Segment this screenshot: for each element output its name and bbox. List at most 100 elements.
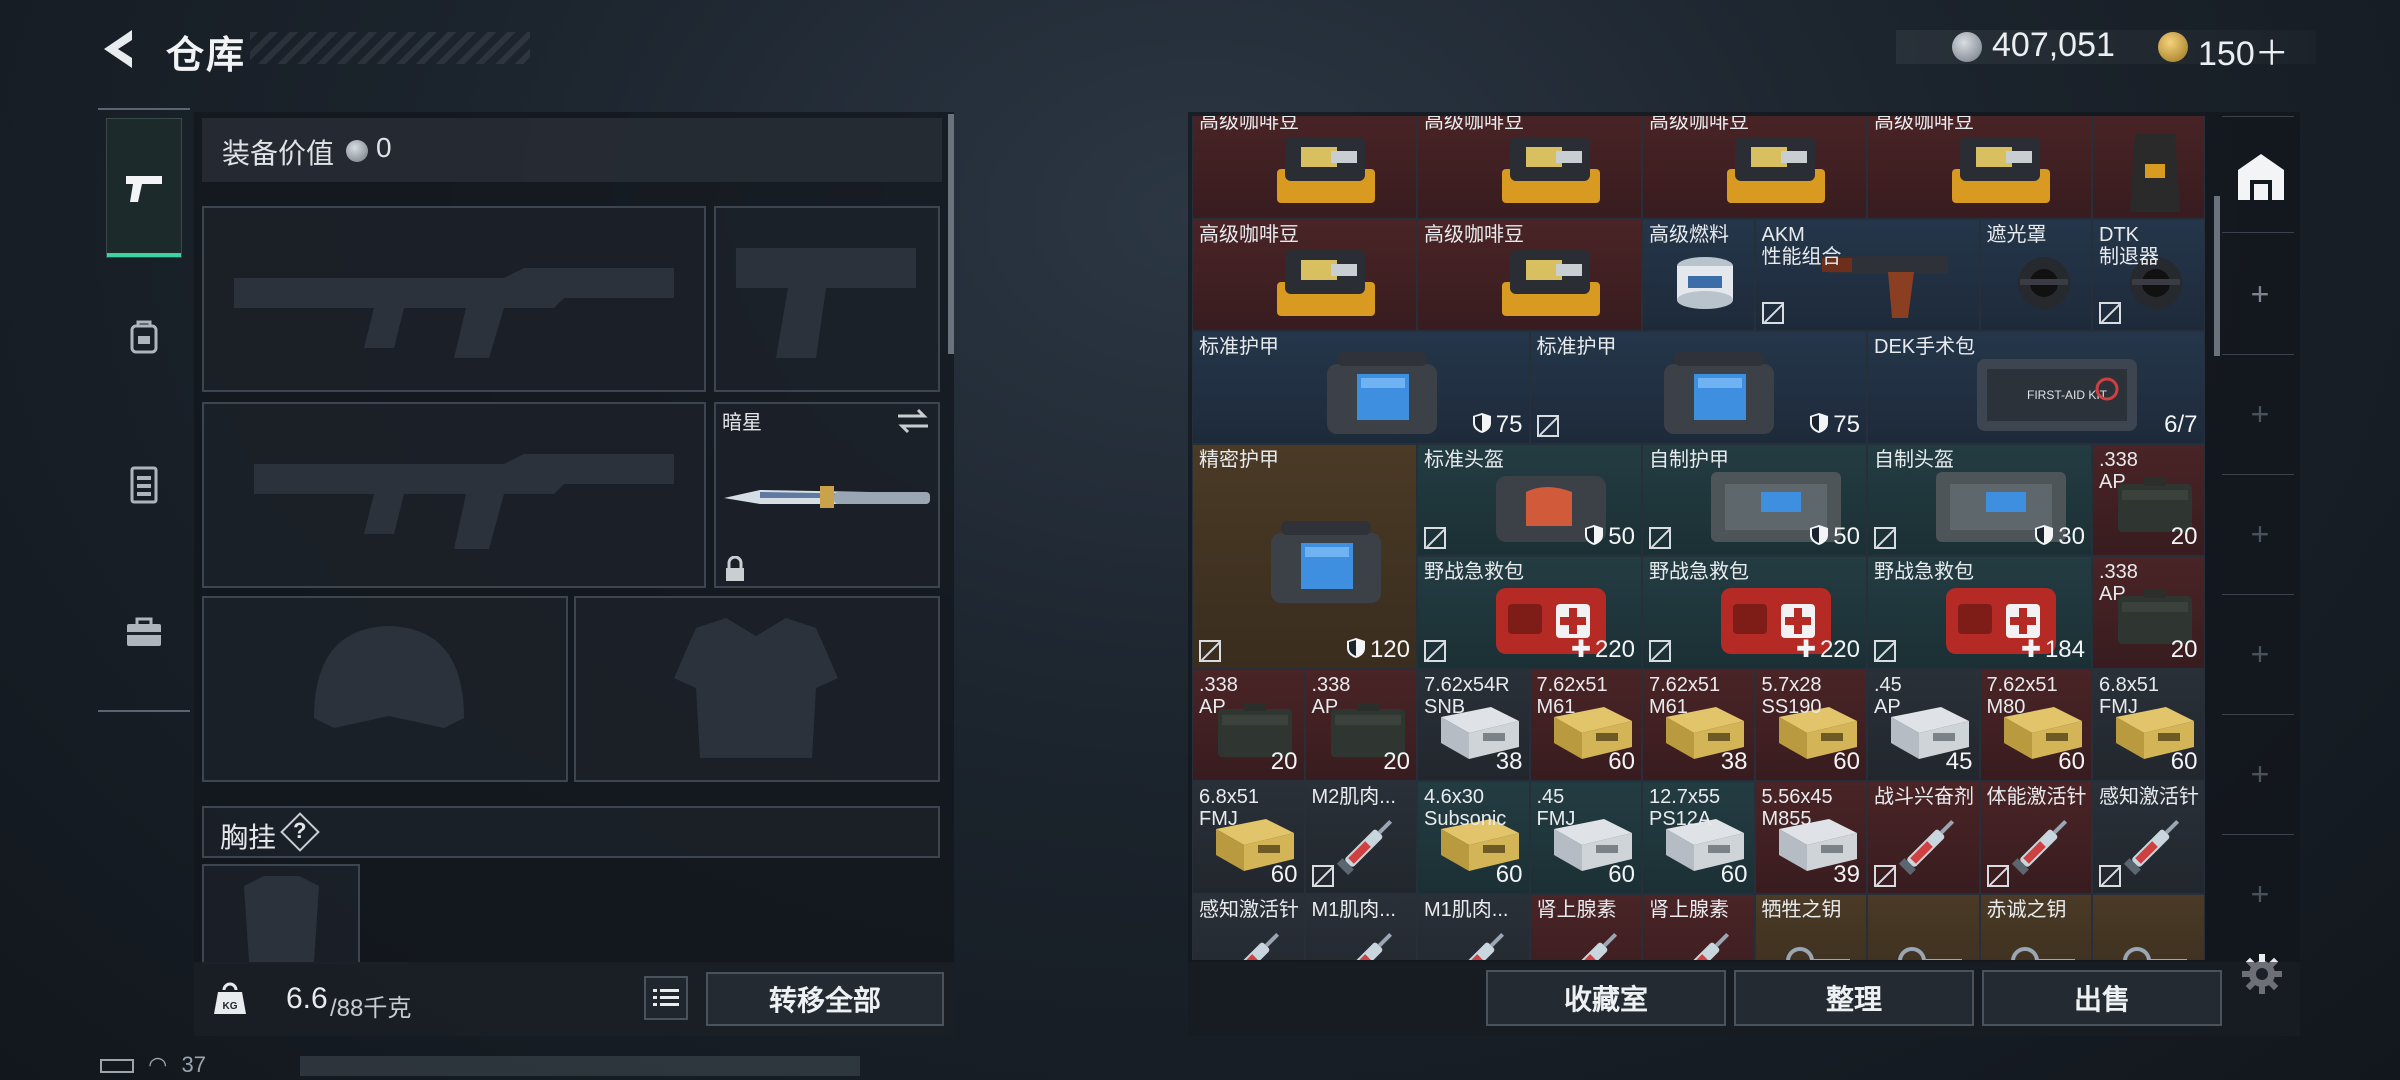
stash-item[interactable]: DTK 制退器 — [2092, 218, 2205, 331]
stash-item[interactable]: 体能激活针 — [1979, 781, 2092, 894]
stash-item[interactable]: 高级咖啡豆 — [1417, 218, 1642, 331]
stash-item[interactable]: 自制头盔 30 — [1867, 443, 2092, 556]
stash-item[interactable]: 6.8x51 FMJ 60 — [1192, 781, 1305, 894]
collection-room-button[interactable]: 收藏室 — [1486, 970, 1726, 1026]
stash-item[interactable]: 标准头盔 50 — [1417, 443, 1642, 556]
tab-backpack[interactable] — [106, 276, 182, 396]
stash-item[interactable]: 7.62x51 M80 60 — [1979, 668, 2092, 781]
stash-item[interactable]: .338 AP 20 — [1192, 668, 1305, 781]
stash-scrollbar[interactable] — [2214, 196, 2220, 356]
stash-item[interactable]: 4.6x30 Subsonic 60 — [1417, 781, 1530, 894]
loadout-scrollbar[interactable] — [948, 114, 954, 354]
helmet-slot[interactable] — [202, 596, 568, 782]
stash-item[interactable]: 自制护甲 50 — [1642, 443, 1867, 556]
kit-icon: FIRST-AID KIT — [1967, 349, 2147, 442]
sell-button[interactable]: 出售 — [1982, 970, 2222, 1026]
stash-item[interactable]: 7.62x51 M61 38 — [1642, 668, 1755, 781]
stash-item[interactable]: M1肌肉... — [1304, 893, 1417, 960]
item-quantity-value: 50 — [1608, 523, 1635, 550]
back-arrow-icon[interactable] — [96, 24, 146, 74]
sort-button[interactable]: 整理 — [1734, 970, 1974, 1026]
swap-icon[interactable] — [896, 408, 930, 434]
durability-shield-icon — [2035, 525, 2054, 545]
stash-item[interactable]: .45 FMJ 60 — [1529, 781, 1642, 894]
rig-silhouette-icon — [244, 876, 319, 962]
secondary-weapon-slot[interactable] — [202, 402, 706, 588]
stash-item[interactable]: 7.62x54R SNB 38 — [1417, 668, 1530, 781]
stash-item[interactable]: 野战急救包 ✚ 220 — [1417, 556, 1642, 669]
stash-item[interactable]: 高级咖啡豆 — [1417, 116, 1642, 219]
add-page-button-4[interactable]: + — [2244, 636, 2276, 673]
add-page-button-1[interactable]: + — [2244, 276, 2276, 313]
stash-item[interactable]: .338 AP 20 — [1304, 668, 1417, 781]
stash-item[interactable]: 战斗兴奋剂 — [1867, 781, 1980, 894]
stash-item[interactable]: AKM 性能组合 — [1754, 218, 1980, 331]
stash-item[interactable]: .338 AP 20 — [2092, 556, 2205, 669]
item-quantity-value: 184 — [2044, 635, 2085, 663]
can-icon — [1670, 252, 1740, 317]
tab-vest[interactable] — [106, 424, 182, 544]
primary-weapon-slot[interactable] — [202, 206, 706, 392]
body-armor-slot[interactable] — [574, 596, 940, 782]
stash-item[interactable]: 精密护甲 120 — [1192, 443, 1417, 669]
stash-item[interactable]: M2肌肉... — [1304, 781, 1417, 894]
stash-item[interactable]: .338 AP 20 — [2092, 443, 2205, 556]
add-page-button-3[interactable]: + — [2244, 516, 2276, 553]
item-name: 标准头盔 — [1424, 448, 1504, 471]
syringe-icon — [1328, 804, 1408, 889]
stash-item[interactable]: 牺牲之钥 — [1754, 893, 1867, 960]
stash-item[interactable] — [1867, 893, 1980, 960]
syringe-icon — [2115, 804, 2195, 889]
stash-item[interactable]: 7.62x51 M61 60 — [1529, 668, 1642, 781]
stash-item[interactable]: 5.56x45 M855 39 — [1754, 781, 1867, 894]
helmet-silhouette-icon — [314, 626, 464, 728]
stash-grid[interactable]: 高级咖啡豆 高级咖啡豆 高级咖啡豆 高级咖啡豆 高级咖啡豆 高级咖啡豆 高级燃料 AKM 性能… — [1192, 116, 2208, 960]
add-page-button-6[interactable]: + — [2244, 876, 2276, 913]
tab-case[interactable] — [106, 572, 182, 692]
item-quantity: 60 — [1833, 748, 1860, 776]
lock-icon — [726, 556, 744, 581]
chest-rig-slot[interactable] — [202, 864, 360, 964]
stash-item[interactable]: 高级咖啡豆 — [1192, 116, 1417, 219]
stash-item[interactable]: 肾上腺素 — [1529, 893, 1642, 960]
stash-item[interactable]: .45 AP 45 — [1867, 668, 1980, 781]
stash-item[interactable]: 肾上腺素 — [1642, 893, 1755, 960]
item-quantity-value: 38 — [1720, 748, 1748, 775]
durability-shield-icon — [1810, 525, 1829, 545]
stash-item[interactable]: 高级燃料 — [1642, 218, 1755, 331]
sidearm-slot[interactable] — [714, 206, 940, 392]
durability-shield-icon — [1472, 412, 1491, 433]
armor-icon — [1261, 513, 1391, 618]
stash-item[interactable] — [2092, 893, 2205, 960]
stash-item[interactable] — [2092, 116, 2205, 219]
stash-item[interactable]: 12.7x55 PS12A 60 — [1642, 781, 1755, 894]
stash-item[interactable]: 6.8x51 FMJ 60 — [2092, 668, 2205, 781]
stash-item[interactable]: 高级咖啡豆 — [1867, 116, 2092, 219]
stash-item[interactable]: FIRST-AID KIT DEK手术包 6/7 — [1867, 331, 2205, 444]
tab-weapons[interactable] — [106, 118, 182, 258]
add-page-button-2[interactable]: + — [2244, 396, 2276, 433]
item-name: 12.7x55 PS12A — [1649, 786, 1721, 830]
toolbar-divider — [2222, 474, 2294, 475]
warehouse-icon[interactable] — [2232, 148, 2290, 206]
stash-item[interactable]: 感知激活针 — [2092, 781, 2205, 894]
item-quantity: 20 — [1383, 748, 1410, 776]
list-view-button[interactable] — [644, 976, 688, 1020]
coupon-amount[interactable]: 150＋ — [2198, 26, 2289, 75]
stash-item[interactable]: M1肌肉... — [1417, 893, 1530, 960]
transfer-all-button[interactable]: 转移全部 — [706, 972, 944, 1026]
stash-item[interactable]: 标准护甲 75 — [1192, 331, 1530, 444]
item-name: .45 AP — [1874, 673, 1902, 718]
stash-item[interactable]: 高级咖啡豆 — [1642, 116, 1867, 219]
stash-item[interactable]: 野战急救包 ✚ 220 — [1642, 556, 1867, 669]
stash-item[interactable]: 感知激活针 — [1192, 893, 1305, 960]
item-name: 野战急救包 — [1874, 561, 1974, 583]
stash-item[interactable]: 赤诚之钥 — [1979, 893, 2092, 960]
stash-item[interactable]: 高级咖啡豆 — [1192, 218, 1417, 331]
item-quantity: ✚ 184 — [2021, 635, 2085, 664]
stash-item[interactable]: 标准护甲 75 — [1529, 331, 1867, 444]
stash-item[interactable]: 野战急救包 ✚ 184 — [1867, 556, 2092, 669]
stash-item[interactable]: 遮光罩 — [1979, 218, 2092, 331]
add-page-button-5[interactable]: + — [2244, 756, 2276, 793]
stash-item[interactable]: 5.7x28 SS190 60 — [1754, 668, 1867, 781]
